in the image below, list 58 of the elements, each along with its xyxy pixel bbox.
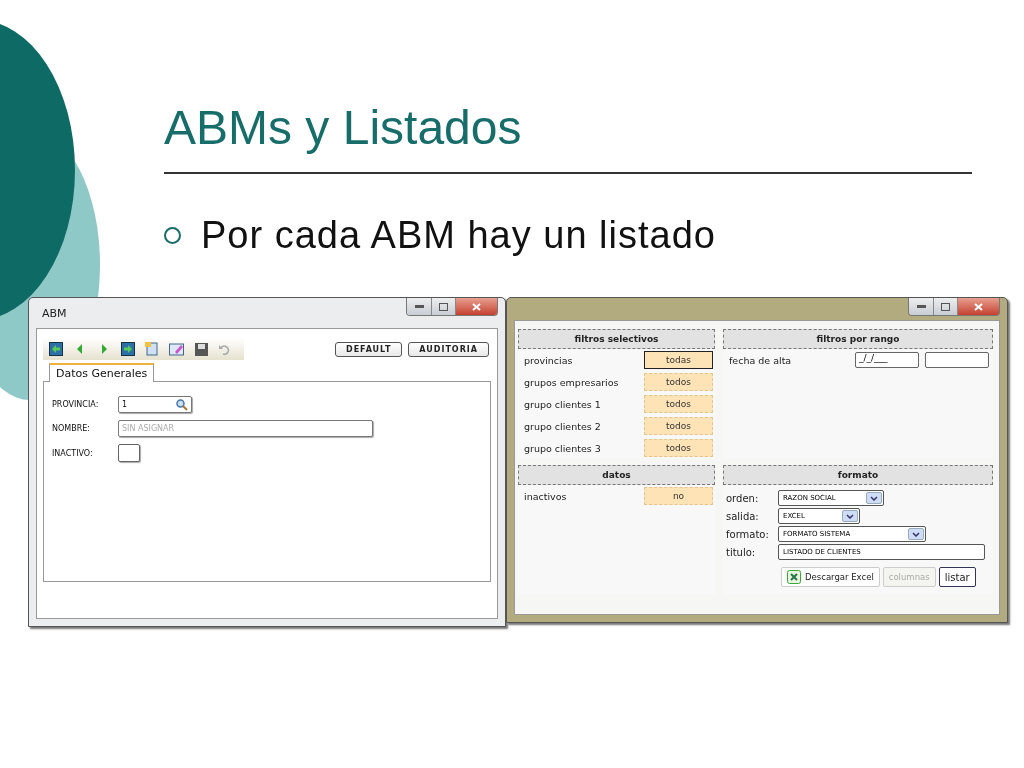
- filter-label: inactivos: [524, 490, 568, 502]
- filter-label: grupo clientes 3: [524, 442, 602, 454]
- format-label: titulo:: [726, 546, 757, 558]
- section-header: filtros por rango: [723, 329, 993, 349]
- field-label: INACTIVO:: [52, 448, 94, 458]
- minimize-button[interactable]: [909, 298, 933, 315]
- format-label: formato:: [726, 528, 770, 540]
- filter-label: grupos empresarios: [524, 376, 620, 388]
- bullet-icon: [164, 227, 181, 244]
- slide-title: ABMs y Listados: [164, 100, 523, 156]
- maximize-button[interactable]: [431, 298, 455, 315]
- section-header: datos: [518, 465, 715, 485]
- section-header: filtros selectivos: [518, 329, 715, 349]
- minimize-icon: [916, 305, 926, 308]
- field-label: PROVINCIA:: [52, 400, 100, 409]
- minimize-button[interactable]: [407, 298, 431, 315]
- filter-value-button[interactable]: todos: [644, 417, 713, 435]
- filter-label: grupo clientes 1: [524, 398, 602, 410]
- filter-value-button[interactable]: todos: [644, 395, 713, 413]
- action-button[interactable]: Descargar Excel: [781, 567, 880, 587]
- maximize-button[interactable]: [933, 298, 957, 315]
- edit-document-icon[interactable]: [169, 342, 185, 356]
- filter-label: grupo clientes 2: [524, 420, 602, 432]
- last-record-icon[interactable]: [121, 342, 135, 356]
- search-icon[interactable]: [175, 397, 189, 412]
- save-icon[interactable]: [195, 342, 208, 356]
- format-label: salida:: [726, 510, 760, 522]
- bullet-text: Por cada ABM hay un listado: [201, 214, 716, 257]
- maximize-icon: [439, 302, 448, 311]
- spreadsheet-icon: [787, 570, 801, 584]
- minimize-icon: [414, 305, 424, 308]
- close-button[interactable]: [957, 298, 999, 315]
- date-to-field[interactable]: [925, 352, 989, 368]
- section-header: formato: [723, 465, 993, 485]
- toolbar-button[interactable]: AUDITORIA: [408, 341, 489, 357]
- filter-value-button[interactable]: no: [644, 487, 713, 505]
- filter-label: fecha de alta: [729, 354, 793, 366]
- filter-value-button[interactable]: todos: [644, 373, 713, 391]
- checkbox[interactable]: [118, 444, 140, 462]
- chevron-down-icon: [846, 513, 854, 519]
- first-record-icon[interactable]: [49, 342, 63, 356]
- chevron-down-icon: [870, 495, 878, 501]
- filter-value-button[interactable]: todos: [644, 439, 713, 457]
- maximize-icon: [941, 302, 950, 311]
- tab[interactable]: Datos Generales: [49, 363, 155, 382]
- filter-value-button[interactable]: todas: [644, 351, 713, 369]
- chevron-down-icon: [912, 531, 920, 537]
- close-button[interactable]: [455, 298, 497, 315]
- lookup-field[interactable]: 1: [118, 396, 192, 413]
- field-label: NOMBRE:: [52, 424, 91, 433]
- filter-label: provincias: [524, 354, 574, 366]
- close-icon: [472, 302, 481, 311]
- close-icon: [974, 302, 983, 311]
- format-label: orden:: [726, 492, 760, 504]
- toolbar-button[interactable]: DEFAULT: [335, 341, 403, 357]
- window-title: ABM: [42, 306, 67, 320]
- date-from-field[interactable]: _/_/___: [855, 352, 919, 368]
- action-button[interactable]: listar: [938, 567, 976, 587]
